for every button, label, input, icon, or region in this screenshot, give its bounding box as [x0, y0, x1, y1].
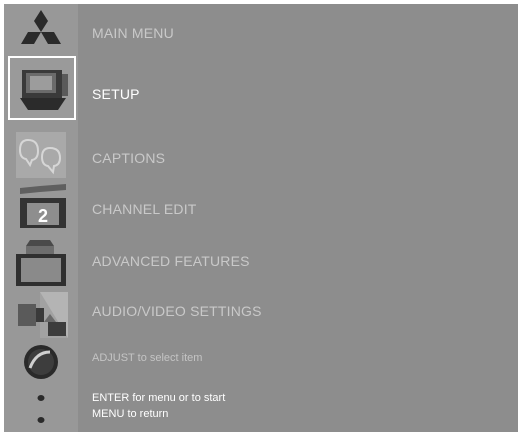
- menu-item-captions[interactable]: CAPTIONS: [92, 150, 165, 166]
- menu-title: MAIN MENU: [92, 25, 174, 41]
- advanced-features-icon[interactable]: [10, 236, 72, 288]
- adjust-hint: ADJUST to select item: [92, 352, 203, 364]
- enter-hint: ENTER for menu or to start: [92, 392, 226, 404]
- channel-number: 2: [38, 206, 48, 226]
- audio-video-icon[interactable]: [10, 288, 72, 342]
- menu-item-advanced-features[interactable]: ADVANCED FEATURES: [92, 253, 250, 269]
- enter-dots-icon: [10, 386, 72, 430]
- channel-edit-icon[interactable]: 2: [10, 182, 72, 232]
- captions-icon[interactable]: [10, 126, 72, 182]
- menu-item-setup[interactable]: SETUP: [92, 86, 140, 102]
- adjust-knob-icon: [10, 340, 72, 384]
- tv-osd-main-menu: MAIN MENU SETUP CAPTIONS 2 CHANNEL EDIT: [4, 4, 518, 432]
- tv-setup-icon[interactable]: [12, 60, 74, 116]
- logo-icon: [10, 8, 72, 52]
- menu-item-channel-edit[interactable]: CHANNEL EDIT: [92, 201, 197, 217]
- menu-item-audio-video-settings[interactable]: AUDIO/VIDEO SETTINGS: [92, 303, 262, 319]
- menu-return-hint: MENU to return: [92, 408, 169, 420]
